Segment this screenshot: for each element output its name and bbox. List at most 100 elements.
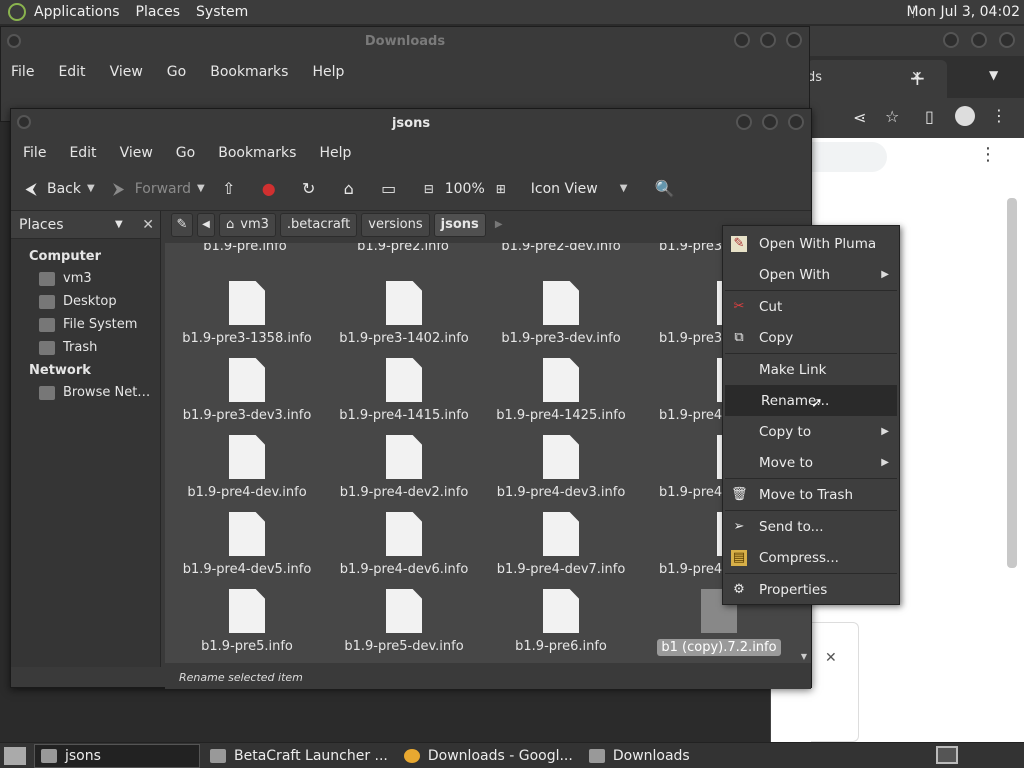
crumb-vm3[interactable]: ⌂ vm3 <box>219 213 276 237</box>
scrollbar[interactable] <box>1007 198 1017 568</box>
zoom-out-icon[interactable]: ⊟ <box>419 179 439 199</box>
menu-rename[interactable]: Rename... ➚ <box>725 385 897 416</box>
home-button[interactable]: ⌂ <box>339 179 365 199</box>
path-right-arrow-icon[interactable]: ▶ <box>490 213 508 237</box>
window-menu-icon[interactable] <box>17 115 31 129</box>
show-desktop-icon[interactable] <box>4 746 26 765</box>
scroll-down-icon[interactable]: ▼ <box>801 652 807 661</box>
file-item[interactable]: b1.9-pre3-dev3.info <box>167 358 327 423</box>
menu-open-with-pluma[interactable]: ✎ Open With Pluma <box>723 228 899 259</box>
workspace-switcher[interactable] <box>936 746 958 764</box>
edit-location-button[interactable]: ✎ <box>171 213 193 237</box>
search-button[interactable]: 🔍 <box>655 179 681 199</box>
file-item[interactable]: b1.9-pre4-1415.info <box>324 358 484 423</box>
menu-move-to[interactable]: Move to ▶ <box>723 447 899 478</box>
system-menu[interactable]: System <box>196 4 248 20</box>
sidebar-places-select[interactable]: Places ▼ ✕ <box>11 211 160 239</box>
file-item[interactable]: b1.9-pre4-1425.info <box>481 358 641 423</box>
menu-move-to-trash[interactable]: 🗑 Move to Trash <box>723 479 899 510</box>
back-button[interactable]: ⮜ Back ▼ <box>21 179 95 199</box>
file-item[interactable]: b1.9-pre4-dev2.info <box>324 435 484 500</box>
file-item[interactable]: b1.9-pre4-dev6.info <box>324 512 484 577</box>
tab-search-icon[interactable]: ▼ <box>989 68 998 82</box>
close-icon[interactable] <box>786 32 802 48</box>
chrome-tab[interactable]: ds ✕ <box>807 60 947 98</box>
new-tab-icon[interactable]: + <box>909 66 926 90</box>
sidebar-item-trash[interactable]: Trash <box>11 336 160 359</box>
window-menu-icon[interactable] <box>7 34 21 48</box>
profile-icon[interactable] <box>955 106 975 126</box>
file-item[interactable]: b1.9-pre6.info <box>481 589 641 654</box>
file-item[interactable]: b1.9-pre.info <box>165 243 325 254</box>
menu-open-with[interactable]: Open With ▶ <box>723 259 899 290</box>
menu-view[interactable]: View <box>120 145 153 161</box>
menu-help[interactable]: Help <box>312 64 344 80</box>
minimize-icon[interactable] <box>734 32 750 48</box>
close-icon[interactable] <box>999 32 1015 48</box>
taskbar-item-jsons[interactable]: jsons <box>34 743 200 768</box>
file-item[interactable]: b1.9-pre2-dev.info <box>481 243 641 254</box>
file-item[interactable]: b1.9-pre4-dev7.info <box>481 512 641 577</box>
sidebar-item-desktop[interactable]: Desktop <box>11 290 160 313</box>
file-item[interactable]: b1.9-pre5.info <box>167 589 327 654</box>
file-item[interactable]: b1.9-pre5-dev.info <box>324 589 484 654</box>
applications-menu[interactable]: Applications <box>34 4 120 20</box>
chrome-menu-icon[interactable]: ⋮ <box>991 106 1007 125</box>
file-item[interactable]: b1.9-pre3-1358.info <box>167 281 327 346</box>
menu-copy[interactable]: ⧉ Copy <box>723 322 899 353</box>
side-panel-icon[interactable]: ▯ <box>925 107 934 126</box>
menu-cut[interactable]: ✂ Cut <box>723 291 899 322</box>
menu-bookmarks[interactable]: Bookmarks <box>210 64 288 80</box>
crumb-versions[interactable]: versions <box>361 213 430 237</box>
menu-file[interactable]: File <box>23 145 46 161</box>
computer-button[interactable]: ▭ <box>379 179 405 199</box>
maximize-icon[interactable] <box>760 32 776 48</box>
sidebar-item-vm3[interactable]: vm3 <box>11 267 160 290</box>
path-left-arrow-icon[interactable]: ◀ <box>197 213 215 237</box>
reload-button[interactable]: ↻ <box>299 179 325 199</box>
menu-go[interactable]: Go <box>167 64 186 80</box>
crumb-betacraft[interactable]: .betacraft <box>279 213 358 237</box>
menu-properties[interactable]: ⚙ Properties <box>723 574 899 605</box>
zoom-control[interactable]: ⊟ 100% ⊞ <box>419 179 517 199</box>
chevron-down-icon[interactable]: ▼ <box>87 183 95 194</box>
menu-go[interactable]: Go <box>176 145 195 161</box>
file-item[interactable]: b1.9-pre3-1402.info <box>324 281 484 346</box>
menu-help[interactable]: Help <box>319 145 351 161</box>
mate-logo-icon[interactable] <box>8 3 26 21</box>
file-item[interactable]: b1.9-pre4-dev3.info <box>481 435 641 500</box>
taskbar-item-chrome[interactable]: Downloads - Googl... <box>398 744 579 768</box>
menu-view[interactable]: View <box>110 64 143 80</box>
menu-compress[interactable]: ▤ Compress... <box>723 542 899 573</box>
zoom-in-icon[interactable]: ⊞ <box>491 179 511 199</box>
taskbar-item-betacraft[interactable]: BetaCraft Launcher ... <box>204 744 394 768</box>
page-menu-icon[interactable]: ⋮ <box>979 144 997 165</box>
forward-button[interactable]: ⮞ Forward ▼ <box>109 179 205 199</box>
menu-make-link[interactable]: Make Link <box>723 354 899 385</box>
menu-file[interactable]: File <box>11 64 34 80</box>
bookmark-star-icon[interactable]: ☆ <box>885 107 899 126</box>
share-icon[interactable]: ⋖ <box>853 108 866 127</box>
menu-send-to[interactable]: ➢ Send to... <box>723 511 899 542</box>
file-item[interactable]: b1.9-pre4-dev5.info <box>167 512 327 577</box>
taskbar-item-downloads[interactable]: Downloads <box>583 744 696 768</box>
file-item[interactable]: b1.9-pre3-dev.info <box>481 281 641 346</box>
places-menu[interactable]: Places <box>136 4 181 20</box>
menu-copy-to[interactable]: Copy to ▶ <box>723 416 899 447</box>
up-button[interactable]: ⇧ <box>219 179 245 199</box>
menu-bookmarks[interactable]: Bookmarks <box>218 145 296 161</box>
menu-edit[interactable]: Edit <box>58 64 85 80</box>
clock[interactable]: Mon Jul 3, 04:02 <box>907 4 1020 20</box>
sidebar-item-file-system[interactable]: File System <box>11 313 160 336</box>
stop-button[interactable]: ● <box>259 179 285 199</box>
crumb-jsons[interactable]: jsons <box>433 213 486 237</box>
minimize-icon[interactable] <box>943 32 959 48</box>
sidebar-item-browse-network[interactable]: Browse Net… <box>11 381 160 404</box>
maximize-icon[interactable] <box>762 114 778 130</box>
file-item[interactable]: b1.9-pre4-dev.info <box>167 435 327 500</box>
minimize-icon[interactable] <box>736 114 752 130</box>
file-item[interactable]: b1.9-pre2.info <box>323 243 483 254</box>
menu-edit[interactable]: Edit <box>69 145 96 161</box>
view-mode-select[interactable]: Icon View ▼ <box>531 181 641 197</box>
close-icon[interactable] <box>788 114 804 130</box>
